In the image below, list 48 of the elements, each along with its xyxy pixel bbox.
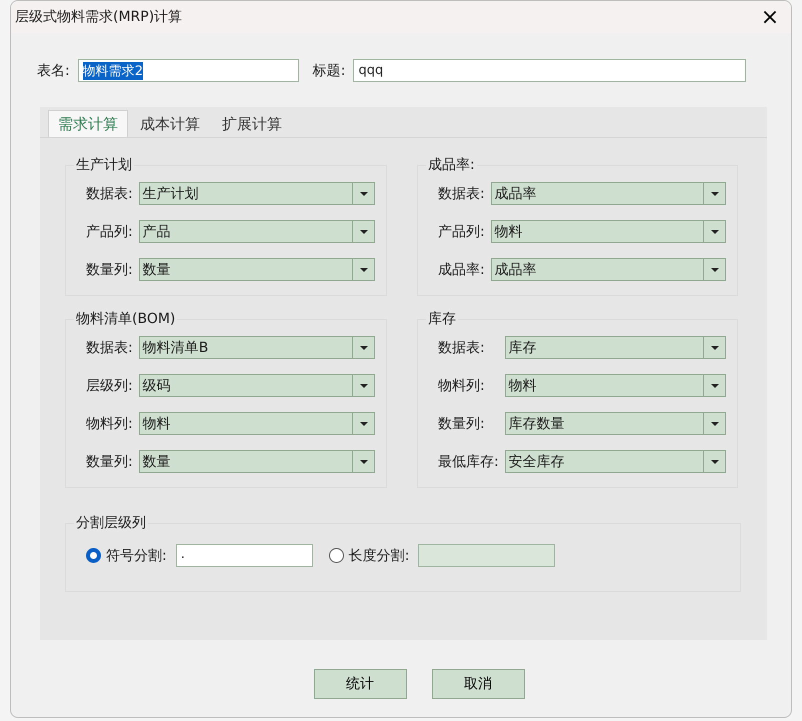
field-label: 产品列: [438,222,485,240]
dropdown[interactable]: 物料清单B [138,336,375,359]
tab[interactable]: 需求计算 [48,110,128,137]
group-title: 物料清单(BOM) [75,310,176,328]
radio-label: 长度分割: [348,546,410,564]
field-label: 数量列: [86,452,133,470]
text-field[interactable]: . [176,544,313,567]
close-button[interactable]: × [755,2,785,32]
field-label: 层级列: [86,376,133,394]
field-label: 表名: [37,62,70,80]
field-label: 数量列: [86,260,133,278]
text-field[interactable]: qqq [353,59,746,82]
tab[interactable]: 扩展计算 [212,110,292,137]
window-title: 层级式物料需求(MRP)计算 [15,8,182,26]
dropdown[interactable]: 库存数量 [504,412,726,435]
dropdown[interactable]: 数量 [138,450,375,473]
dropdown[interactable]: 库存 [504,336,726,359]
dropdown[interactable]: 物料 [504,374,726,397]
dialog-button[interactable]: 取消 [432,669,524,699]
dropdown[interactable]: 级码 [138,374,375,397]
dialog-button[interactable]: 统计 [314,669,406,699]
dropdown[interactable]: 物料 [138,412,375,435]
dropdown[interactable]: 数量 [138,258,375,281]
dropdown[interactable]: 成品率 [490,182,726,205]
field-label: 数据表: [438,338,486,356]
tab[interactable]: 成本计算 [130,110,210,137]
dropdown[interactable]: 成品率 [490,258,726,281]
text-field[interactable]: 物料需求2 [78,59,299,82]
dropdown[interactable]: 物料 [490,220,726,243]
group-title: 成品率: [427,156,476,174]
dropdown[interactable]: 产品 [138,220,375,243]
group-title: 分割层级列 [75,514,147,532]
group-title: 库存 [427,310,457,328]
field-label: 数量列: [438,414,486,432]
field-label: 数据表: [86,338,133,356]
radio-label: 符号分割: [106,546,167,564]
field-label: 标题: [312,62,346,80]
field-label: 数据表: [86,184,133,202]
field-label: 最低库存: [438,452,499,470]
field-label: 成品率: [438,260,485,278]
radio-button[interactable] [86,548,101,563]
dropdown[interactable]: 生产计划 [138,182,375,205]
field-label: 产品列: [86,222,133,240]
dropdown[interactable]: 安全库存 [504,450,726,473]
field-label: 物料列: [438,376,486,394]
group-title: 生产计划 [75,156,133,174]
field-label: 物料列: [86,414,133,432]
field-label: 数据表: [438,184,485,202]
